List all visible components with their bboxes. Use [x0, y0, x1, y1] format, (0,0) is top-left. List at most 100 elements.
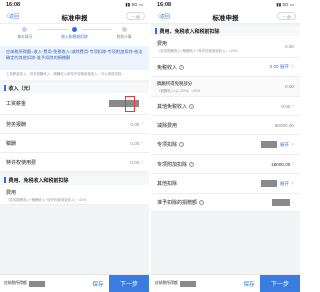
progress-steps: 基本情况 收入和税前扣除 税款计算 — [0, 24, 149, 46]
chevron-down-icon: ˅ — [291, 180, 294, 187]
deduct-fee-label: 减除费用 — [157, 122, 178, 129]
fee-row: 费用 （劳务报酬收入+稿酬收入+特许权使用费收入）×20% — [0, 185, 149, 205]
step-dot — [121, 27, 127, 32]
status-time: 16:08 — [157, 2, 172, 8]
step-tax-calc: 税款计算 — [102, 27, 146, 40]
step-income-deduction: 收入和税前扣除 — [52, 27, 96, 40]
special-additional-row[interactable]: 专项附加扣除? 18000.00 › — [151, 155, 300, 174]
back-button[interactable]: 〈返回 — [4, 13, 19, 20]
other-exempt-value: 0.00 › — [281, 103, 294, 109]
other-deduction-label: 其他扣除 — [157, 181, 178, 187]
donation-label: 准予扣除的捐赠额? — [157, 199, 205, 206]
fee-text: 费用 （劳务报酬收入+稿酬收入+特许权使用费收入）×20% — [157, 40, 238, 53]
section-title: 费用、免税收入和税前扣除 — [8, 177, 69, 184]
status-time: 16:08 — [6, 2, 21, 8]
help-icon[interactable]: ? — [189, 103, 195, 109]
special-additional-value: 18000.00 › — [271, 161, 294, 167]
section-marker — [4, 177, 6, 183]
franchise-label: 特许权使用费 — [6, 159, 37, 166]
royalty-exempt-value: 0.00 — [285, 84, 294, 89]
chevron-right-icon: › — [292, 103, 294, 109]
chevron-right-icon: › — [292, 161, 294, 167]
royalty-value: 0.00 › — [130, 140, 143, 146]
redacted-value — [272, 199, 291, 206]
fee-label: 费用 — [6, 189, 17, 196]
section-income-header: 收入（元） — [0, 83, 149, 93]
next-button[interactable]: 下一步 — [260, 274, 300, 292]
other-exempt-text: 其他免税收入 — [157, 103, 188, 110]
royalty-exempt-text: 稿酬所得免税部分 （稿酬收入×(1-20%)）×30% — [157, 81, 200, 93]
redacted-value — [179, 280, 196, 287]
step-label: 基本情况 — [17, 35, 33, 39]
special-additional-label: 专项附加扣除? — [157, 161, 195, 168]
help-icon[interactable]: ? — [189, 161, 195, 167]
section-title: 收入（元） — [8, 85, 34, 92]
royalty-exempt-row: 稿酬所得免税部分 （稿酬收入×(1-20%)）×30% 0.00 — [151, 77, 300, 97]
exempt-income-amount: 0.00 展开 — [269, 64, 290, 69]
exempt-income-label: 免税收入? — [157, 64, 185, 71]
labor-amount: 0.00 — [130, 121, 140, 127]
help-icon[interactable]: ? — [179, 142, 185, 148]
page-title: 标准申报 — [61, 14, 88, 22]
expand-label: 展开 — [279, 180, 290, 186]
section-marker — [155, 28, 157, 34]
other-exempt-row[interactable]: 其他免税收入? 0.00 › — [151, 97, 300, 116]
taxable-income: 应纳税所得额 — [155, 280, 238, 287]
chevron-down-icon: ˅ — [291, 141, 294, 148]
donation-row[interactable]: 准予扣除的捐赠额? › — [151, 194, 300, 212]
formula-notice: 应纳税所得额=收入-费用-免税收入-减除费用-专项扣除-专项附加扣除-依法确定的… — [0, 46, 149, 70]
franchise-row[interactable]: 特许权使用费 0.00 › — [0, 153, 149, 172]
section-deduction-header: 费用、免税收入和税前扣除 — [0, 175, 149, 185]
royalty-label: 稿酬 — [6, 140, 17, 147]
next-button[interactable]: 下一步 — [109, 274, 149, 292]
status-bar: 16:08 ▮▮ 5G ▭ — [0, 0, 149, 10]
redacted-value — [28, 280, 45, 287]
nav-bar: 〈返回 标准申报 ··· ◎ — [0, 10, 149, 24]
save-button[interactable]: 保存 — [87, 280, 109, 288]
nav-bar: 〈返回 标准申报 ··· ◎ — [151, 10, 300, 24]
royalty-exempt-desc: （稿酬收入×(1-20%)）×30% — [157, 88, 201, 93]
exempt-income-value[interactable]: 0.00 展开 ˅ — [270, 64, 294, 70]
help-icon[interactable]: ? — [199, 200, 205, 206]
labor-label: 劳务报酬 — [6, 121, 27, 128]
section-marker — [4, 85, 6, 91]
help-icon[interactable]: ? — [179, 64, 185, 70]
other-exempt-label: 其他免税收入? — [157, 103, 195, 110]
fee-desc: （劳务报酬收入+稿酬收入+特许权使用费收入）×20% — [6, 197, 87, 202]
royalty-row[interactable]: 稿酬 0.00 › — [0, 134, 149, 153]
more-menu-button[interactable]: ··· ◎ — [277, 12, 296, 20]
step-label: 收入和税前扣除 — [61, 35, 88, 39]
taxable-income: 应纳税所得额 — [4, 280, 87, 287]
other-deduction-value[interactable]: 展开 ˅ — [260, 180, 294, 187]
other-deduction-row[interactable]: 其他扣除 展开 ˅ — [151, 174, 300, 194]
more-menu-button[interactable]: ··· ◎ — [126, 12, 145, 20]
bottom-bar: 应纳税所得额 保存 下一步 — [0, 274, 149, 292]
fee-row: 费用 （劳务报酬收入+稿酬收入+特许权使用费收入）×20% 0.00 — [151, 36, 300, 58]
save-button[interactable]: 保存 — [238, 280, 260, 288]
chevron-right-icon: › — [292, 199, 294, 206]
left-screen: 16:08 ▮▮ 5G ▭ 〈返回 标准申报 ··· ◎ 基本情况 收入和税前扣… — [0, 0, 149, 292]
step-dot — [71, 27, 77, 32]
back-button[interactable]: 〈返回 — [155, 13, 170, 20]
step-dot — [22, 27, 28, 32]
highlight-box — [125, 96, 135, 112]
exempt-income-row[interactable]: 免税收入? 0.00 展开 ˅ — [151, 58, 300, 77]
other-exempt-amount: 0.00 — [281, 103, 291, 109]
chevron-right-icon: › — [141, 121, 143, 127]
taxable-income-label: 应纳税所得额 — [155, 281, 178, 285]
special-deduction-row[interactable]: 专项扣除? 展开 ˅ — [151, 135, 300, 155]
section-title: 费用、免税收入和税前扣除 — [159, 28, 220, 35]
special-additional-text: 专项附加扣除 — [157, 161, 188, 168]
labor-row[interactable]: 劳务报酬 0.00 › — [0, 115, 149, 134]
taxable-income-label: 应纳税所得额 — [4, 281, 27, 285]
status-signal: ▮▮ 5G ▭ — [276, 2, 294, 7]
salary-row[interactable]: 工资薪金 › — [0, 93, 149, 115]
deduct-fee-value: 60000.00 — [274, 122, 294, 128]
chevron-down-icon: ˅ — [291, 64, 294, 70]
formula-subnotice: 工资薪金收入、劳务报酬收入、稿酬收入和特许权使用费收入，可以申报扣除… — [0, 70, 149, 80]
special-deduction-label: 专项扣除? — [157, 141, 185, 148]
special-deduction-value[interactable]: 展开 ˅ — [260, 141, 294, 148]
step-basic-info: 基本情况 — [3, 27, 47, 40]
royalty-amount: 0.00 — [130, 140, 140, 146]
fee-label: 费用 — [157, 41, 168, 47]
